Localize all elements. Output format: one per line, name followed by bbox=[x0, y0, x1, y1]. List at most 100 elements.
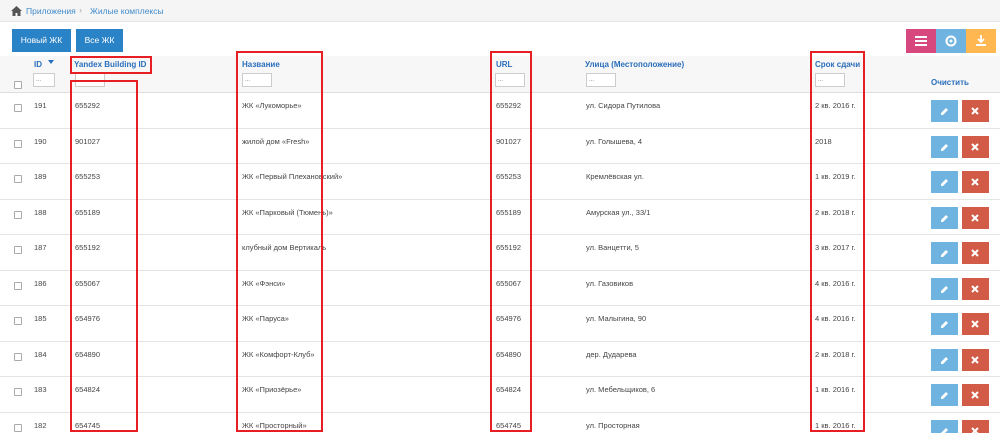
breadcrumb-apps-link[interactable]: Приложения bbox=[26, 6, 76, 16]
edit-button[interactable] bbox=[931, 206, 958, 229]
filter-yandex-input[interactable] bbox=[75, 73, 105, 87]
delete-button[interactable] bbox=[962, 348, 989, 371]
edit-button[interactable] bbox=[931, 313, 958, 335]
cell-street: Амурская ул., 33/1 bbox=[586, 207, 651, 217]
delete-button[interactable] bbox=[962, 242, 989, 264]
cell-deadline: 4 кв. 2016 г. bbox=[815, 314, 856, 323]
row-checkbox[interactable] bbox=[14, 352, 22, 361]
row-checkbox[interactable] bbox=[14, 388, 22, 396]
filter-url-input[interactable] bbox=[495, 73, 525, 87]
cell-deadline: 1 кв. 2016 г. bbox=[815, 385, 856, 394]
cell-street: ул. Малыгина, 90 bbox=[586, 314, 647, 323]
new-complex-button[interactable]: Новый ЖК bbox=[12, 29, 71, 52]
select-all-checkbox[interactable] bbox=[14, 81, 22, 89]
delete-button[interactable] bbox=[962, 313, 989, 335]
edit-button[interactable] bbox=[931, 419, 958, 433]
sort-desc-icon bbox=[48, 60, 54, 64]
delete-button[interactable] bbox=[962, 206, 989, 229]
table-row: 184 654890 ЖК «Комфорт-Клуб» 654890 дер. Дуд… bbox=[0, 342, 1000, 377]
home-icon[interactable] bbox=[11, 6, 22, 16]
pencil-icon bbox=[941, 108, 948, 115]
cell-url: 655189 bbox=[496, 207, 522, 217]
cell-yandex-id: 655067 bbox=[75, 278, 101, 288]
row-checkbox[interactable] bbox=[14, 175, 22, 183]
export-button[interactable] bbox=[966, 29, 996, 53]
edit-button[interactable] bbox=[931, 242, 958, 264]
column-header-yandex-id[interactable]: Yandex Building ID bbox=[74, 60, 146, 69]
row-checkbox[interactable] bbox=[14, 210, 22, 219]
cell-id: 183 bbox=[34, 385, 47, 394]
breadcrumb-complexes-link[interactable]: Жилые комплексы bbox=[90, 6, 164, 16]
cell-id: 191 bbox=[34, 101, 47, 110]
table-row: 185 654976 ЖК «Паруса» 654976 ул. Малыгина, … bbox=[0, 306, 1000, 342]
row-checkbox[interactable] bbox=[14, 246, 22, 254]
columns-menu-button[interactable] bbox=[906, 29, 936, 53]
edit-button[interactable] bbox=[931, 348, 958, 371]
table-row: 190 901027 жилой дом «Fresh» 901027 ул. Голы… bbox=[0, 129, 1000, 164]
table-row: 186 655067 ЖК «Фэнси» 655067 ул. Газовиков 4 … bbox=[0, 271, 1000, 306]
column-header-id[interactable]: ID bbox=[34, 60, 42, 69]
edit-button[interactable] bbox=[931, 277, 958, 300]
cell-url: 655067 bbox=[496, 278, 522, 288]
pencil-icon bbox=[941, 285, 948, 293]
row-checkbox[interactable] bbox=[14, 281, 22, 290]
column-header-deadline[interactable]: Срок сдачи bbox=[815, 60, 860, 69]
filter-name-input[interactable] bbox=[242, 73, 272, 87]
delete-button[interactable] bbox=[962, 171, 989, 193]
cell-id: 190 bbox=[34, 136, 47, 146]
row-checkbox[interactable] bbox=[14, 139, 22, 148]
close-icon bbox=[971, 213, 979, 222]
edit-button[interactable] bbox=[931, 171, 958, 193]
cell-url: 654824 bbox=[496, 385, 522, 394]
pencil-icon bbox=[941, 392, 948, 399]
cell-yandex-id: 654890 bbox=[75, 349, 101, 359]
cell-yandex-id: 654745 bbox=[75, 420, 101, 430]
cell-id: 182 bbox=[34, 420, 47, 430]
delete-button[interactable] bbox=[962, 100, 989, 122]
delete-button[interactable] bbox=[962, 135, 989, 158]
row-checkbox[interactable] bbox=[14, 423, 22, 432]
cell-deadline: 1 кв. 2016 г. bbox=[815, 420, 856, 430]
cell-deadline: 2 кв. 2016 г. bbox=[815, 101, 856, 110]
filter-street-input[interactable] bbox=[586, 73, 616, 87]
pencil-icon bbox=[941, 427, 948, 433]
pencil-icon bbox=[941, 321, 948, 328]
cell-name: ЖК «Просторный» bbox=[242, 420, 307, 430]
close-icon bbox=[971, 107, 979, 115]
close-icon bbox=[971, 320, 979, 328]
table-row: 189 655253 ЖК «Первый Плехановский» 655253 К… bbox=[0, 164, 1000, 200]
row-checkbox[interactable] bbox=[14, 317, 22, 325]
filter-deadline-input[interactable] bbox=[815, 73, 845, 87]
cell-name: ЖК «Комфорт-Клуб» bbox=[242, 349, 315, 359]
cell-yandex-id: 655292 bbox=[75, 101, 101, 110]
column-header-name[interactable]: Название bbox=[242, 60, 280, 69]
column-header-street[interactable]: Улица (Местоположение) bbox=[585, 60, 684, 69]
edit-button[interactable] bbox=[931, 384, 958, 406]
settings-button[interactable] bbox=[936, 29, 966, 53]
breadcrumb-separator: › bbox=[79, 5, 82, 15]
close-icon bbox=[971, 178, 979, 186]
table-row: 188 655189 ЖК «Парковый (Тюмень)» 655189 Аму… bbox=[0, 200, 1000, 235]
close-icon bbox=[971, 391, 979, 399]
clear-filters-link[interactable]: Очистить bbox=[931, 78, 969, 87]
cell-yandex-id: 654976 bbox=[75, 314, 101, 323]
pencil-icon bbox=[941, 214, 948, 222]
cell-url: 654890 bbox=[496, 349, 522, 359]
cell-url: 655253 bbox=[496, 172, 522, 181]
filter-id-input[interactable] bbox=[33, 73, 55, 87]
all-complexes-button[interactable]: Все ЖК bbox=[76, 29, 123, 52]
edit-button[interactable] bbox=[931, 135, 958, 158]
cell-name: жилой дом «Fresh» bbox=[242, 136, 310, 146]
delete-button[interactable] bbox=[962, 419, 989, 433]
edit-button[interactable] bbox=[931, 100, 958, 122]
gear-icon bbox=[945, 35, 957, 47]
delete-button[interactable] bbox=[962, 384, 989, 406]
cell-deadline: 2018 bbox=[815, 136, 832, 146]
delete-button[interactable] bbox=[962, 277, 989, 300]
row-checkbox[interactable] bbox=[14, 104, 22, 112]
cell-name: ЖК «Паруса» bbox=[242, 314, 289, 323]
column-header-url[interactable]: URL bbox=[496, 60, 512, 69]
cell-yandex-id: 655253 bbox=[75, 172, 101, 181]
pencil-icon bbox=[941, 143, 948, 151]
cell-name: ЖК «Парковый (Тюмень)» bbox=[242, 207, 333, 217]
